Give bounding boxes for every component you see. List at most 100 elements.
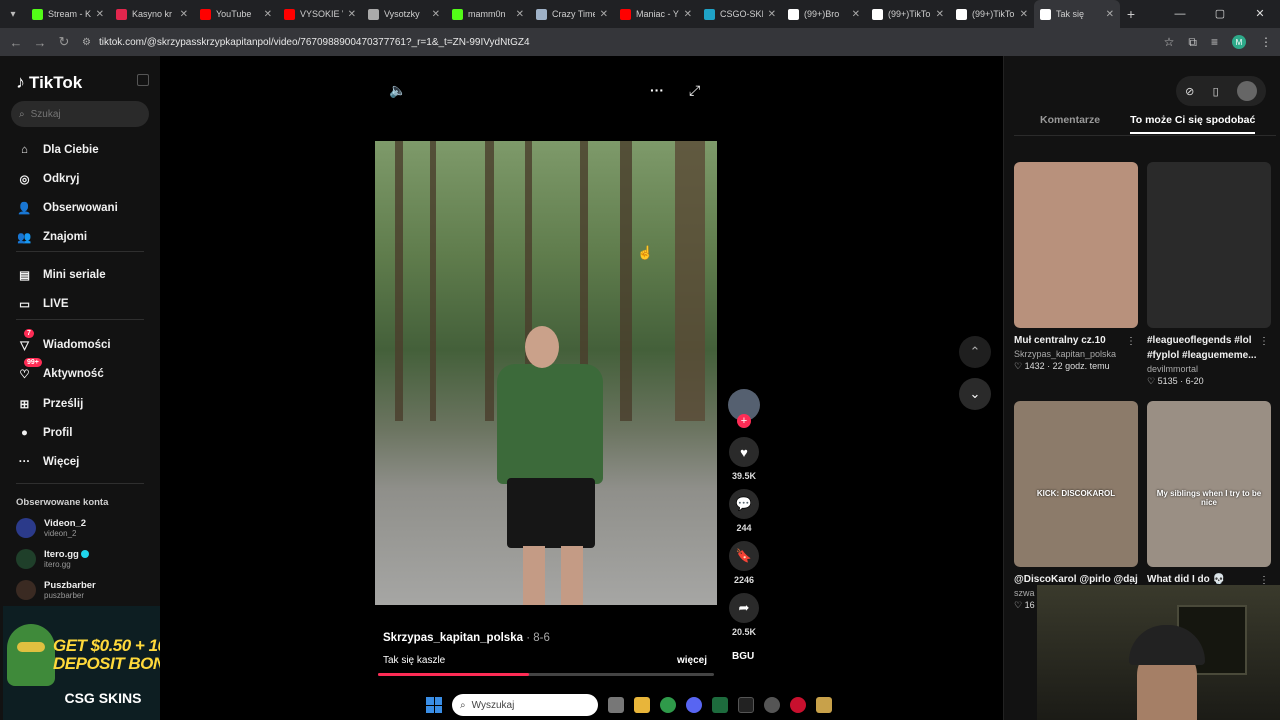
- collapse-sidebar-icon[interactable]: [137, 74, 149, 86]
- tab-close-icon[interactable]: ✕: [852, 9, 860, 20]
- video-thumbnail[interactable]: [1147, 162, 1271, 328]
- recommended-video-card[interactable]: KICK: DISCOKAROL ⋮ @DiscoKarol @pirlo @daj…: [1014, 401, 1138, 611]
- discord-icon[interactable]: [686, 697, 702, 713]
- browser-tab[interactable]: (99+)Bro ✕: [782, 0, 866, 28]
- follow-plus-icon[interactable]: +: [737, 414, 751, 428]
- search-input[interactable]: [30, 108, 131, 120]
- followed-account[interactable]: Itero.gg itero.gg: [16, 549, 89, 569]
- browser-tab[interactable]: CSGO-SKI ✕: [698, 0, 782, 28]
- address-bar[interactable]: ⚙ tiktok.com/@skrzypasskrzypkapitanpol/v…: [82, 31, 1182, 53]
- fullscreen-icon[interactable]: ⤢: [689, 82, 700, 99]
- tab-close-icon[interactable]: ✕: [1020, 9, 1028, 20]
- followed-account[interactable]: Videon_2 videon_2: [16, 518, 86, 538]
- sidebar-item-more[interactable]: ··· Więcej: [16, 453, 80, 470]
- tab-close-icon[interactable]: ✕: [684, 9, 692, 20]
- sidebar-item-profile[interactable]: ● Profil: [16, 424, 72, 441]
- forward-icon[interactable]: →: [28, 35, 52, 50]
- like-heart-icon[interactable]: ♥: [729, 437, 759, 467]
- maximize-icon[interactable]: ▢: [1200, 0, 1240, 28]
- browser-tab[interactable]: mamm0n ✕: [446, 0, 530, 28]
- browser-tab[interactable]: Tak się ✕: [1034, 0, 1120, 28]
- taskbar-search[interactable]: ⌕ Wyszukaj: [452, 694, 598, 716]
- volume-icon[interactable]: 🔈: [389, 82, 406, 99]
- steam-icon[interactable]: [764, 697, 780, 713]
- user-avatar[interactable]: [1236, 81, 1257, 101]
- browser-tab[interactable]: YouTube ✕: [194, 0, 278, 28]
- site-info-icon[interactable]: ⚙: [82, 37, 91, 48]
- tab-comments[interactable]: Komentarze: [1040, 114, 1100, 134]
- tab-close-icon[interactable]: ✕: [768, 9, 776, 20]
- file-explorer-icon[interactable]: [634, 697, 650, 713]
- browser-tab[interactable]: Crazy Time ✕: [530, 0, 614, 28]
- previous-video-chevron-up-icon[interactable]: ⌃: [959, 336, 991, 368]
- browser-tab[interactable]: (99+)TikTo ✕: [950, 0, 1034, 28]
- sidebar-item-series[interactable]: ▤ Mini seriale: [16, 266, 106, 283]
- video-thumbnail[interactable]: KICK: DISCOKAROL: [1014, 401, 1138, 567]
- profile-avatar[interactable]: M: [1232, 35, 1246, 49]
- tab-search-icon[interactable]: ▾: [0, 0, 26, 28]
- tab-close-icon[interactable]: ✕: [1106, 9, 1114, 20]
- tiktok-logo[interactable]: ♪ TikTok: [16, 72, 82, 93]
- bookmark-star-icon[interactable]: ☆: [1164, 35, 1175, 49]
- sidebar-item-live[interactable]: ▭ LIVE: [16, 295, 69, 312]
- bookmark-icon[interactable]: 🔖: [729, 541, 759, 571]
- next-video-chevron-down-icon[interactable]: ⌄: [959, 378, 991, 410]
- comment-icon[interactable]: 💬: [729, 489, 759, 519]
- author-avatar[interactable]: +: [728, 389, 760, 428]
- reload-icon[interactable]: ↻: [52, 34, 76, 50]
- chrome-icon[interactable]: [660, 697, 676, 713]
- sidebar-item-compass[interactable]: ◎ Odkryj: [16, 170, 79, 187]
- followed-account[interactable]: Puszbarber puszbarber: [16, 580, 96, 600]
- league-client-icon[interactable]: [816, 697, 832, 713]
- close-window-icon[interactable]: ✕: [1240, 0, 1280, 28]
- browser-tab[interactable]: (99+)TikTo ✕: [866, 0, 950, 28]
- tab-close-icon[interactable]: ✕: [936, 9, 944, 20]
- sidebar-item-upload[interactable]: ⊞ Prześlij: [16, 395, 84, 412]
- more-link[interactable]: więcej: [677, 655, 707, 666]
- device-icon[interactable]: ▯: [1213, 85, 1219, 98]
- video-player[interactable]: ☝: [375, 141, 717, 605]
- tab-close-icon[interactable]: ✕: [432, 9, 440, 20]
- tab-recommended[interactable]: To może Ci się spodobać: [1130, 114, 1256, 134]
- sidebar-item-following[interactable]: 👤 Obserwowani: [16, 199, 117, 216]
- browser-tab[interactable]: Vysotzky ✕: [362, 0, 446, 28]
- video-progress-bar[interactable]: [378, 673, 714, 676]
- card-more-icon[interactable]: ⋮: [1126, 336, 1136, 347]
- recommended-video-card[interactable]: ⋮ Muł centralny cz.10 Skrzypas_kapitan_pol…: [1014, 162, 1138, 372]
- browser-tab[interactable]: Maniac - Y ✕: [614, 0, 698, 28]
- game-launcher-icon[interactable]: [790, 697, 806, 713]
- spreadsheet-app-icon[interactable]: [712, 697, 728, 713]
- video-thumbnail[interactable]: My siblings when I try to be nice: [1147, 401, 1271, 567]
- media-controls-icon[interactable]: ≡: [1211, 35, 1218, 49]
- coin-icon[interactable]: ⊘: [1185, 85, 1194, 98]
- terminal-app-icon[interactable]: [738, 697, 754, 713]
- browser-tab[interactable]: VYSOKIE V ✕: [278, 0, 362, 28]
- search-box[interactable]: ⌕: [11, 101, 149, 127]
- sidebar-item-friends[interactable]: 👥 Znajomi: [16, 228, 87, 245]
- back-icon[interactable]: ←: [4, 35, 28, 50]
- tab-close-icon[interactable]: ✕: [600, 9, 608, 20]
- sidebar-item-messages[interactable]: ▽ 7 Wiadomości: [16, 329, 111, 353]
- minimize-icon[interactable]: —: [1160, 0, 1200, 28]
- new-tab-icon[interactable]: +: [1120, 6, 1142, 22]
- sidebar-item-activity[interactable]: ♡ 99+ Aktywność: [16, 358, 104, 382]
- recommended-video-card[interactable]: My siblings when I try to be nice ⋮ What d…: [1147, 401, 1271, 587]
- more-options-icon[interactable]: ···: [650, 82, 664, 98]
- tab-close-icon[interactable]: ✕: [180, 9, 188, 20]
- recommended-video-card[interactable]: ⋮ #leagueoflegends #lol #fyplol #leagueme…: [1147, 162, 1271, 387]
- video-thumbnail[interactable]: [1014, 162, 1138, 328]
- sidebar-item-home[interactable]: ⌂ Dla Ciebie: [16, 141, 99, 158]
- extensions-icon[interactable]: ⧉: [1188, 35, 1197, 50]
- browser-tab[interactable]: Kasyno kr ✕: [110, 0, 194, 28]
- video-author[interactable]: Skrzypas_kapitan_polska: [383, 632, 523, 644]
- tab-close-icon[interactable]: ✕: [264, 9, 272, 20]
- share-arrow-icon[interactable]: ➦: [729, 593, 759, 623]
- card-more-icon[interactable]: ⋮: [1259, 336, 1269, 347]
- browser-menu-icon[interactable]: ⋮: [1260, 35, 1272, 49]
- task-view-icon[interactable]: [608, 697, 624, 713]
- tab-close-icon[interactable]: ✕: [348, 9, 356, 20]
- tab-close-icon[interactable]: ✕: [516, 9, 524, 20]
- windows-start-icon[interactable]: [426, 697, 442, 713]
- browser-tab[interactable]: Stream - K ✕: [26, 0, 110, 28]
- tab-close-icon[interactable]: ✕: [96, 9, 104, 20]
